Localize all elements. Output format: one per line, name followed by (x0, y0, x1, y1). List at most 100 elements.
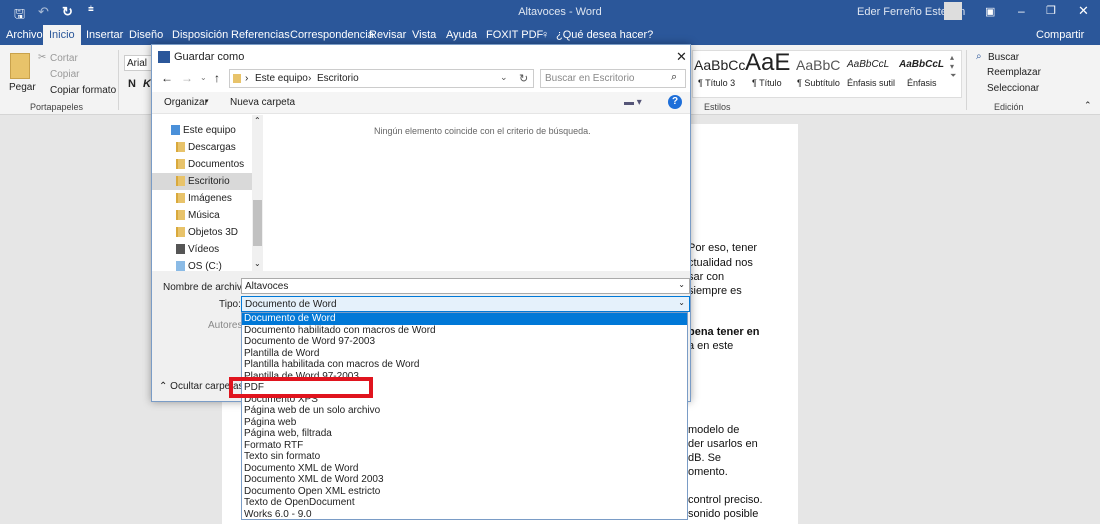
nav-label: Escritorio (188, 176, 230, 187)
address-bar[interactable]: › Este equipo › Escritorio ⌄ ↻ (229, 69, 534, 88)
scroll-up-icon[interactable]: ⌃ (254, 116, 261, 125)
save-icon[interactable]: 🖫 (14, 5, 25, 27)
doc-line: control preciso. (688, 494, 763, 506)
type-option[interactable]: Página web, filtrada (242, 428, 687, 440)
tab-insertar[interactable]: Insertar (86, 29, 123, 41)
style-sample-subtitulo[interactable]: AaBbC (796, 57, 840, 73)
tab-disposicion[interactable]: Disposición (172, 29, 228, 41)
copy-button[interactable]: Copiar (50, 69, 79, 80)
nav-musica[interactable]: Música (152, 207, 252, 224)
type-option[interactable]: Documento XML de Word 2003 (242, 474, 687, 486)
cut-button[interactable]: Cortar (50, 53, 78, 64)
forward-icon[interactable]: → (181, 71, 193, 85)
new-folder-button[interactable]: Nueva carpeta (230, 97, 295, 108)
tab-revisar[interactable]: Revisar (369, 29, 406, 41)
nav-documentos[interactable]: Documentos (152, 156, 252, 173)
style-enfasis[interactable]: Énfasis (907, 78, 937, 88)
type-option[interactable]: Documento XML de Word (242, 463, 687, 475)
tell-me-input[interactable]: ¿Qué desea hacer? (556, 29, 653, 41)
back-icon[interactable]: ← (161, 71, 173, 85)
breadcrumb-este-equipo[interactable]: Este equipo (255, 73, 308, 84)
recent-locations-icon[interactable]: ⌄ (200, 73, 207, 82)
type-option[interactable]: Texto sin formato (242, 451, 687, 463)
customize-qat-icon[interactable]: ⩧ (88, 4, 94, 15)
restore-icon[interactable]: ❐ (1046, 4, 1056, 17)
nav-scrollbar[interactable]: ⌃ ⌄ (252, 115, 263, 271)
doc-line: Por eso, tener (688, 242, 758, 254)
chevron-down-icon: ⌄ (678, 280, 685, 289)
collapse-ribbon-icon[interactable]: ⌃ (1084, 100, 1092, 111)
breadcrumb-escritorio[interactable]: Escritorio (317, 73, 359, 84)
filename-input[interactable]: Altavoces ⌄ (241, 278, 690, 294)
nav-label: Música (188, 210, 220, 221)
style-sample-enfasis-sutil[interactable]: AaBbCcL (847, 59, 889, 70)
format-painter-button[interactable]: Copiar formato (50, 85, 116, 96)
view-options-icon[interactable]: ▬ ▾ (624, 97, 642, 108)
tab-foxit-pdf[interactable]: FOXIT PDF (486, 29, 543, 41)
help-icon[interactable]: ? (668, 95, 682, 109)
close-icon[interactable]: ✕ (1078, 3, 1089, 19)
nav-label: Imágenes (188, 193, 232, 204)
nav-imagenes[interactable]: Imágenes (152, 190, 252, 207)
tab-diseno[interactable]: Diseño (129, 29, 163, 41)
style-titulo[interactable]: ¶ Título (752, 78, 782, 88)
select-button[interactable]: Seleccionar (987, 83, 1039, 94)
scroll-down-icon[interactable]: ⌄ (254, 259, 261, 268)
style-enfasis-sutil[interactable]: Énfasis sutil (847, 78, 895, 88)
nav-descargas[interactable]: Descargas (152, 139, 252, 156)
font-name-select[interactable]: Arial (124, 55, 154, 71)
scrollbar-thumb[interactable] (253, 200, 262, 246)
type-option[interactable]: Página web de un solo archivo (242, 405, 687, 417)
style-titulo3[interactable]: ¶ Título 3 (698, 78, 735, 88)
avatar[interactable] (944, 2, 962, 20)
redo-icon[interactable]: ↻ (62, 4, 73, 20)
nav-este-equipo[interactable]: Este equipo (152, 122, 252, 139)
type-option[interactable]: Works 6.0 - 9.0 (242, 509, 687, 521)
refresh-icon[interactable]: ↻ (519, 72, 528, 85)
type-option[interactable]: Página web (242, 417, 687, 429)
up-icon[interactable]: ↑ (214, 71, 220, 85)
type-option[interactable]: Documento habilitado con macros de Word (242, 325, 687, 337)
style-sample-titulo[interactable]: AaE (745, 49, 790, 77)
styles-scroll-icon[interactable]: ▴ ▾ ⏷ (950, 53, 956, 81)
clipboard-group-label: Portapapeles (30, 102, 84, 112)
style-sample-titulo3[interactable]: AaBbCc (694, 57, 745, 73)
address-dropdown-icon[interactable]: ⌄ (500, 72, 508, 83)
italic-button[interactable]: K (143, 78, 151, 90)
type-select[interactable]: Documento de Word ⌄ (241, 296, 690, 312)
tab-correspondencia[interactable]: Correspondencia (290, 29, 374, 41)
organize-button[interactable]: Organizar (164, 97, 208, 108)
tab-referencias[interactable]: Referencias (231, 29, 290, 41)
type-option[interactable]: Documento Open XML estricto (242, 486, 687, 498)
type-option[interactable]: Documento de Word (242, 313, 687, 325)
tab-archivo[interactable]: Archivo (6, 29, 43, 41)
type-option[interactable]: Formato RTF (242, 440, 687, 452)
search-input[interactable]: Buscar en Escritorio ⌕ (540, 69, 686, 88)
nav-videos[interactable]: Vídeos (152, 241, 252, 258)
paste-button[interactable]: Pegar (9, 82, 36, 93)
share-button[interactable]: Compartir (1036, 29, 1084, 41)
replace-button[interactable]: Reemplazar (987, 67, 1041, 78)
filename-label: Nombre de archivo: (163, 282, 251, 293)
style-subtitulo[interactable]: ¶ Subtítulo (797, 78, 840, 88)
style-sample-enfasis[interactable]: AaBbCcL (899, 59, 944, 70)
tab-vista[interactable]: Vista (412, 29, 436, 41)
bold-button[interactable]: N (128, 78, 136, 90)
nav-objetos-3d[interactable]: Objetos 3D (152, 224, 252, 241)
minimize-icon[interactable]: – (1018, 4, 1025, 18)
doc-line: omento. (688, 466, 728, 478)
type-option[interactable]: Plantilla habilitada con macros de Word (242, 359, 687, 371)
type-option[interactable]: Documento de Word 97-2003 (242, 336, 687, 348)
type-option[interactable]: Plantilla de Word (242, 348, 687, 360)
nav-escritorio[interactable]: Escritorio (152, 173, 252, 190)
ribbon-tabs: Archivo Inicio Insertar Diseño Disposici… (0, 25, 1100, 45)
find-button[interactable]: Buscar (988, 52, 1019, 63)
tab-ayuda[interactable]: Ayuda (446, 29, 477, 41)
ribbon-display-icon[interactable]: ▣ (985, 5, 995, 18)
dialog-close-icon[interactable]: ✕ (676, 49, 687, 65)
undo-icon[interactable]: ↶ (38, 4, 49, 20)
authors-label: Autores: (208, 320, 246, 331)
paste-icon[interactable] (10, 53, 30, 79)
tab-inicio[interactable]: Inicio (43, 25, 81, 45)
type-option[interactable]: Texto de OpenDocument (242, 497, 687, 509)
